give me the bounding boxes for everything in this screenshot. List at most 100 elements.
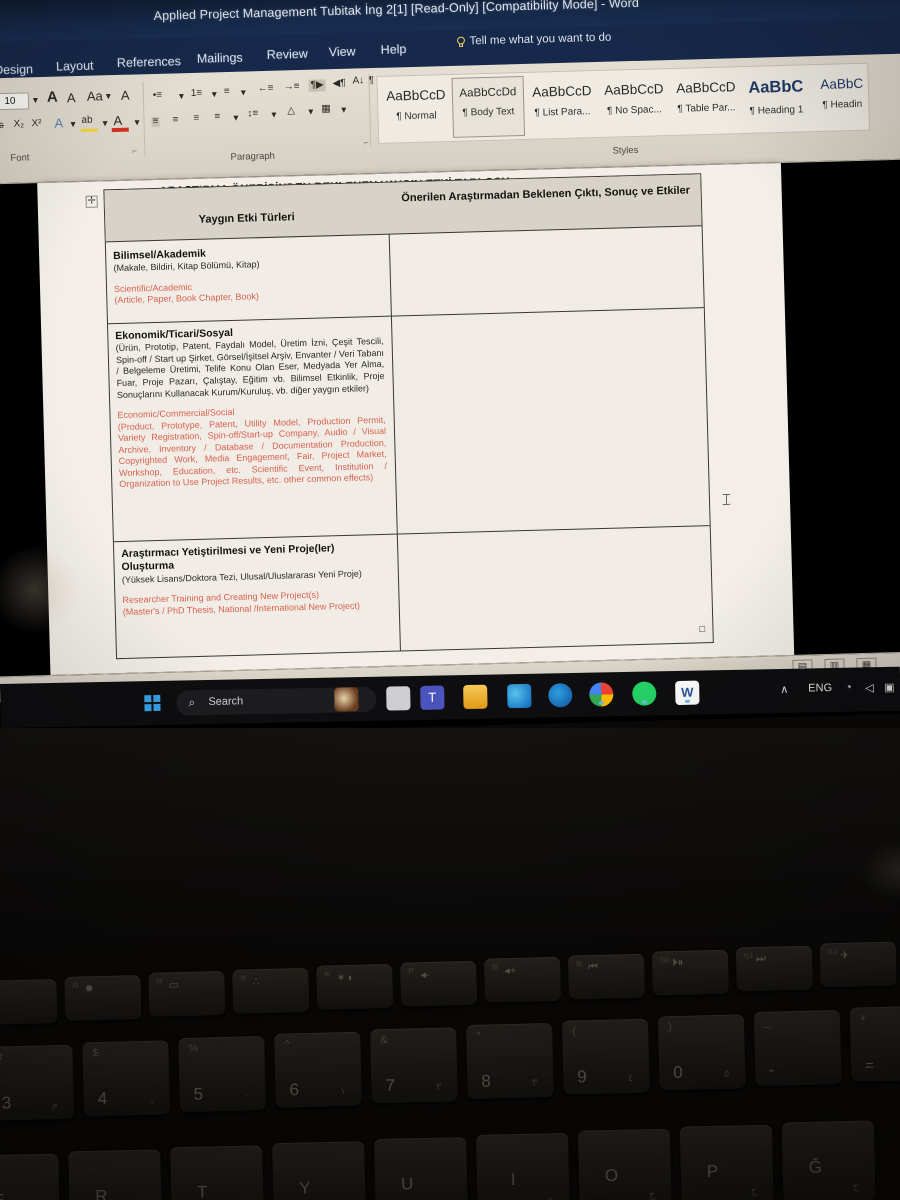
justify-button[interactable]: ≡: [214, 111, 220, 122]
key-0[interactable]: ) 0 ٥: [657, 1014, 746, 1091]
shrink-font-button[interactable]: A: [67, 90, 76, 105]
volume-icon[interactable]: ◁: [865, 681, 874, 694]
line-spacing-dropdown-icon[interactable]: ▾: [271, 110, 276, 121]
rtl-text-direction-button[interactable]: ◀¶: [332, 78, 345, 89]
key-8[interactable]: * 8 ٣: [466, 1022, 554, 1100]
key-f4[interactable]: f4 ▭: [148, 971, 226, 1017]
highlight-dropdown-icon[interactable]: ▾: [102, 118, 107, 129]
tell-me-box[interactable]: Tell me what you want to do: [469, 32, 611, 48]
font-size-input[interactable]: 10: [0, 92, 30, 111]
microsoft-teams-icon[interactable]: T: [420, 685, 445, 710]
key-u[interactable]: U ع: [374, 1137, 468, 1200]
change-case-dropdown-icon[interactable]: ▾: [106, 91, 111, 102]
numbering-dropdown-icon[interactable]: ▾: [212, 89, 217, 100]
key-4[interactable]: $ 4 ـ: [82, 1040, 171, 1117]
align-left-button[interactable]: ≡: [151, 116, 160, 128]
tab-view[interactable]: View: [329, 44, 356, 59]
table-resize-handle[interactable]: ◻: [698, 623, 706, 634]
key-t[interactable]: T ف: [170, 1145, 264, 1200]
key-o[interactable]: O خ: [577, 1128, 672, 1200]
key-f12[interactable]: f12 ✈: [819, 941, 897, 988]
style-normal[interactable]: AaBbCcD ¶ Normal: [380, 78, 454, 140]
key-f3[interactable]: f3 ✹: [64, 975, 142, 1021]
clear-formatting-button[interactable]: A: [121, 88, 130, 103]
shading-button[interactable]: △: [287, 105, 295, 116]
battery-icon[interactable]: ▣: [884, 681, 895, 694]
font-color-dropdown-icon[interactable]: ▾: [134, 117, 139, 128]
style-table-paragraph[interactable]: AaBbCcD ¶ Table Par...: [669, 70, 743, 132]
key-g-breve[interactable]: Ğ ج: [781, 1120, 876, 1200]
key-f5[interactable]: f5 ∴: [232, 967, 310, 1014]
show-hidden-icons-chevron[interactable]: ∧: [780, 683, 788, 696]
whatsapp-icon[interactable]: [632, 681, 657, 706]
key-p[interactable]: P ح: [679, 1124, 774, 1200]
task-view-icon[interactable]: [386, 686, 411, 711]
tab-design[interactable]: Design: [0, 62, 33, 77]
key-equals[interactable]: + =: [849, 1005, 900, 1082]
file-explorer-icon[interactable]: [463, 684, 488, 710]
font-size-dropdown-icon[interactable]: ▾: [33, 95, 38, 106]
key-5[interactable]: % 5 ٠: [178, 1036, 267, 1113]
align-right-button[interactable]: ≡: [193, 113, 199, 124]
tab-mailings[interactable]: Mailings: [197, 51, 243, 66]
borders-button[interactable]: ▦: [321, 103, 331, 114]
bullets-button[interactable]: •≡: [153, 90, 163, 101]
key-3[interactable]: # 3 م: [0, 1044, 75, 1121]
key-6[interactable]: ^ 6 ١: [274, 1031, 362, 1108]
decrease-indent-button[interactable]: ←≡: [258, 83, 274, 94]
key-e[interactable]: E ث: [0, 1153, 60, 1200]
increase-indent-button[interactable]: →≡: [284, 81, 300, 92]
style-heading-1[interactable]: AaBbC ¶ Heading 1: [739, 68, 813, 130]
key-f6[interactable]: f6 ✶◑: [316, 963, 394, 1010]
superscript-button[interactable]: X²: [31, 118, 41, 129]
key-9[interactable]: ( 9 ٤: [561, 1018, 650, 1095]
key-f2[interactable]: [0, 979, 58, 1025]
text-highlight-button[interactable]: ab: [81, 115, 92, 126]
microsoft-word-icon[interactable]: W: [675, 680, 700, 706]
grow-font-button[interactable]: A: [47, 89, 58, 106]
language-indicator[interactable]: ENG: [808, 682, 832, 694]
style-body-text[interactable]: AaBbCcDd ¶ Body Text: [451, 75, 526, 138]
text-effects-button[interactable]: A: [54, 115, 63, 130]
font-color-button[interactable]: A: [113, 113, 122, 128]
google-chrome-icon[interactable]: [589, 682, 614, 707]
style-no-spacing[interactable]: AaBbCcD ¶ No Spac...: [597, 72, 671, 134]
change-case-button[interactable]: Aa: [87, 88, 103, 103]
justify-dropdown-icon[interactable]: ▾: [233, 113, 238, 124]
tab-layout[interactable]: Layout: [56, 59, 94, 74]
style-list-paragraph[interactable]: AaBbCcD ¶ List Para...: [525, 74, 599, 136]
key-f9[interactable]: f9 ⏮: [567, 953, 645, 1000]
table-row[interactable]: Araştırmacı Yetiştirilmesi ve Yeni Proje…: [121, 541, 391, 619]
key-7[interactable]: & 7 ٢: [370, 1027, 458, 1104]
wifi-icon[interactable]: ◔: [845, 682, 852, 694]
wide-impact-table[interactable]: Yaygın Etki Türleri Önerilen Araştırmada…: [103, 173, 714, 660]
tab-references[interactable]: References: [117, 54, 181, 70]
key-f11[interactable]: f11 ⏭: [735, 945, 813, 992]
align-center-button[interactable]: ≡: [172, 114, 178, 125]
table-cell-output-1[interactable]: [392, 228, 704, 314]
shading-dropdown-icon[interactable]: ▾: [308, 107, 313, 118]
start-button[interactable]: [144, 694, 161, 712]
table-move-handle[interactable]: ✛: [85, 195, 98, 208]
key-f8[interactable]: f8 ◂+: [483, 956, 562, 1003]
table-row[interactable]: Bilimsel/Akademik (Makale, Bildiri, Kita…: [113, 243, 382, 307]
table-row[interactable]: Ekonomik/Ticari/Sosyal (Ürün, Prototip, …: [115, 323, 387, 491]
copilot-icon[interactable]: [334, 687, 359, 712]
table-cell-output-2[interactable]: [394, 309, 710, 531]
multilevel-list-button[interactable]: ≡: [224, 86, 230, 97]
numbering-button[interactable]: 1≡: [191, 88, 203, 99]
multilevel-dropdown-icon[interactable]: ▾: [241, 87, 246, 98]
line-spacing-button[interactable]: ↕≡: [247, 108, 258, 119]
strikethrough-button[interactable]: abc: [0, 120, 4, 131]
key-f7[interactable]: f7 ◂-: [400, 960, 478, 1007]
bullets-dropdown-icon[interactable]: ▾: [179, 91, 184, 102]
key-i[interactable]: I ه: [475, 1132, 570, 1200]
borders-dropdown-icon[interactable]: ▾: [341, 105, 346, 116]
sort-button[interactable]: A↓: [352, 75, 364, 86]
font-dialog-launcher[interactable]: ⌐: [132, 146, 137, 155]
text-effects-dropdown-icon[interactable]: ▾: [70, 119, 75, 130]
bluetooth-app-icon[interactable]: [548, 683, 573, 708]
key-minus[interactable]: _ -: [753, 1009, 842, 1087]
key-f10[interactable]: f10 ⏵⏸: [651, 949, 729, 996]
document-page[interactable]: ARAŞTIRMA ÖNERİSİNDEN BEKLENEN YAYGIN ET…: [37, 163, 795, 675]
